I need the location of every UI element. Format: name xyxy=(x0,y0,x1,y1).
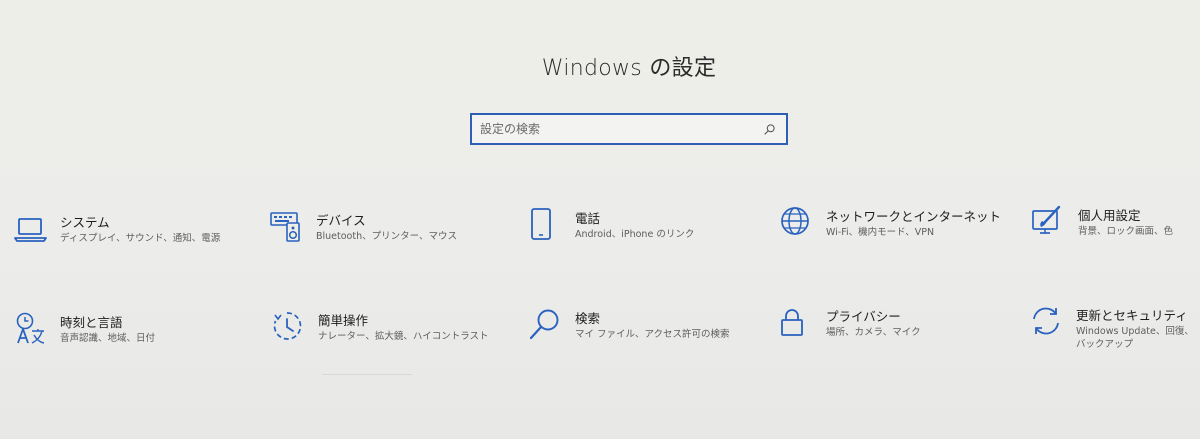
divider xyxy=(322,374,412,375)
tile-label: プライバシー xyxy=(826,309,901,324)
tile-description: ナレーター、拡大鏡、ハイコントラスト xyxy=(318,331,489,342)
tile-description: ディスプレイ、サウンド、通知、電源 xyxy=(60,233,221,244)
tile-label: ネットワークとインターネット xyxy=(826,209,1002,224)
lock-icon xyxy=(780,306,814,340)
tile-time-language[interactable]: 時刻と言語 音声認識、地域、日付 xyxy=(14,312,254,362)
search-icon[interactable] xyxy=(758,118,780,140)
tile-search[interactable]: 検索 マイ ファイル、アクセス許可の検索 xyxy=(529,308,769,358)
time-language-icon xyxy=(14,312,48,346)
tile-ease-of-access[interactable]: 簡単操作 ナレーター、拡大鏡、ハイコントラスト xyxy=(272,310,512,360)
tile-description: 音声認識、地域、日付 xyxy=(60,333,156,344)
settings-search-box[interactable] xyxy=(470,113,788,145)
tile-label: デバイス xyxy=(316,213,366,228)
search-input[interactable] xyxy=(472,115,758,143)
ease-of-access-icon xyxy=(272,310,306,344)
keyboard-speaker-icon xyxy=(270,210,304,244)
tile-phone[interactable]: 電話 Android、iPhone のリンク xyxy=(529,208,769,258)
tile-personalization[interactable]: 個人用設定 背景、ロック画面、色 xyxy=(1032,205,1200,255)
tile-system[interactable]: システム ディスプレイ、サウンド、通知、電源 xyxy=(14,212,254,262)
tile-description: Windows Update、回復、バックアップ xyxy=(1076,326,1194,350)
paint-brush-icon xyxy=(1032,205,1066,239)
tile-description: Wi-Fi、機内モード、VPN xyxy=(826,227,935,238)
phone-icon xyxy=(529,208,563,242)
tile-label: 簡単操作 xyxy=(318,313,369,328)
tile-description: 場所、カメラ、マイク xyxy=(826,327,921,338)
tile-update-security[interactable]: 更新とセキュリティ Windows Update、回復、バックアップ xyxy=(1030,305,1200,355)
tile-label: 電話 xyxy=(575,211,601,226)
tile-devices[interactable]: デバイス Bluetooth、プリンター、マウス xyxy=(270,210,510,260)
tile-description: マイ ファイル、アクセス許可の検索 xyxy=(575,329,730,340)
sync-icon xyxy=(1030,305,1064,339)
tile-label: 検索 xyxy=(575,311,601,326)
tile-label: 時刻と言語 xyxy=(60,315,123,330)
tile-privacy[interactable]: プライバシー 場所、カメラ、マイク xyxy=(780,306,1020,356)
globe-icon xyxy=(780,206,814,240)
page-title: Windows の設定 xyxy=(541,56,717,81)
search-icon xyxy=(529,308,563,342)
tile-description: 背景、ロック画面、色 xyxy=(1078,226,1174,237)
tile-label: 更新とセキュリティ xyxy=(1076,308,1188,323)
laptop-icon xyxy=(14,212,48,246)
tile-label: システム xyxy=(60,215,110,230)
tile-network-internet[interactable]: ネットワークとインターネット Wi-Fi、機内モード、VPN xyxy=(780,206,1020,256)
tile-description: Android、iPhone のリンク xyxy=(575,229,695,240)
tile-label: 個人用設定 xyxy=(1078,208,1141,223)
tile-description: Bluetooth、プリンター、マウス xyxy=(316,231,458,242)
